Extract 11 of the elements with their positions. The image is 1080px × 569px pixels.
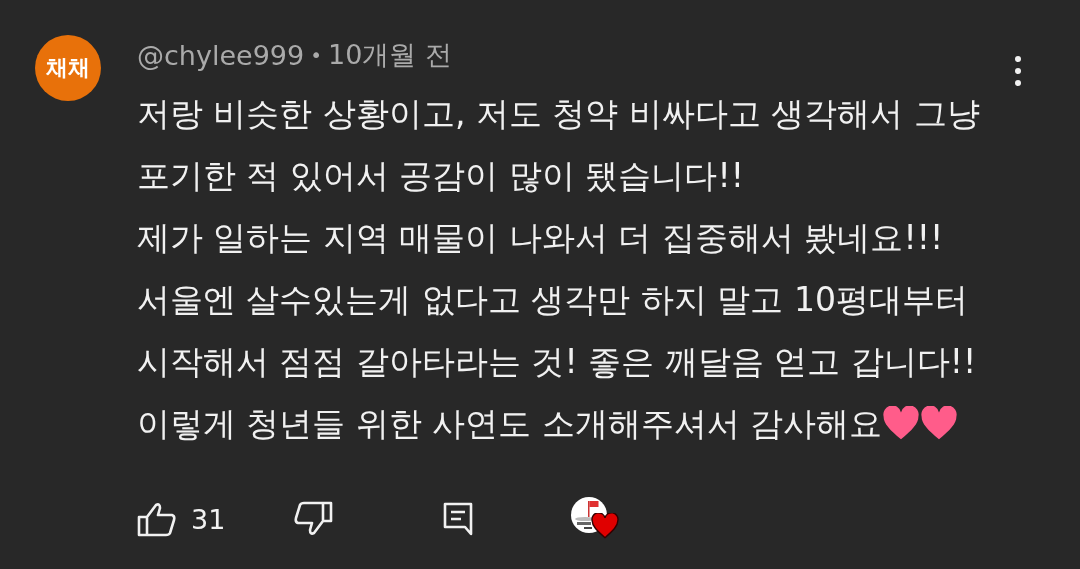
comment-text: 저랑 비슷한 상황이고, 저도 청약 비싸다고 생각해서 그냥 포기한 적 있어서 공감이 많이 됐습니다!! 제가 일하는 지역 매물이 나와서 더 집중해서 봤네요!!! 서울엔 살수있는게 없다고 생각만 하지 말고 10평대부터 시작해서 점점 갈아타라는 것! 좋은 깨달음 얻고 갑니다!! 이렇게 청년들 위한 사연도 소개해주셔서 감사해요 [137, 93, 981, 445]
heart-icon [920, 406, 959, 441]
reply-icon[interactable] [443, 502, 474, 536]
comment-time: 10개월 전 [328, 38, 452, 72]
separator-dot: • [310, 43, 322, 67]
like-count: 31 [191, 503, 226, 535]
thumbs-down-icon[interactable] [293, 501, 334, 537]
more-options-icon[interactable] [1014, 55, 1022, 87]
heart-icon [882, 406, 921, 441]
comment-author[interactable]: @chylee999 [137, 39, 305, 71]
thumbs-up-icon[interactable] [137, 501, 177, 537]
